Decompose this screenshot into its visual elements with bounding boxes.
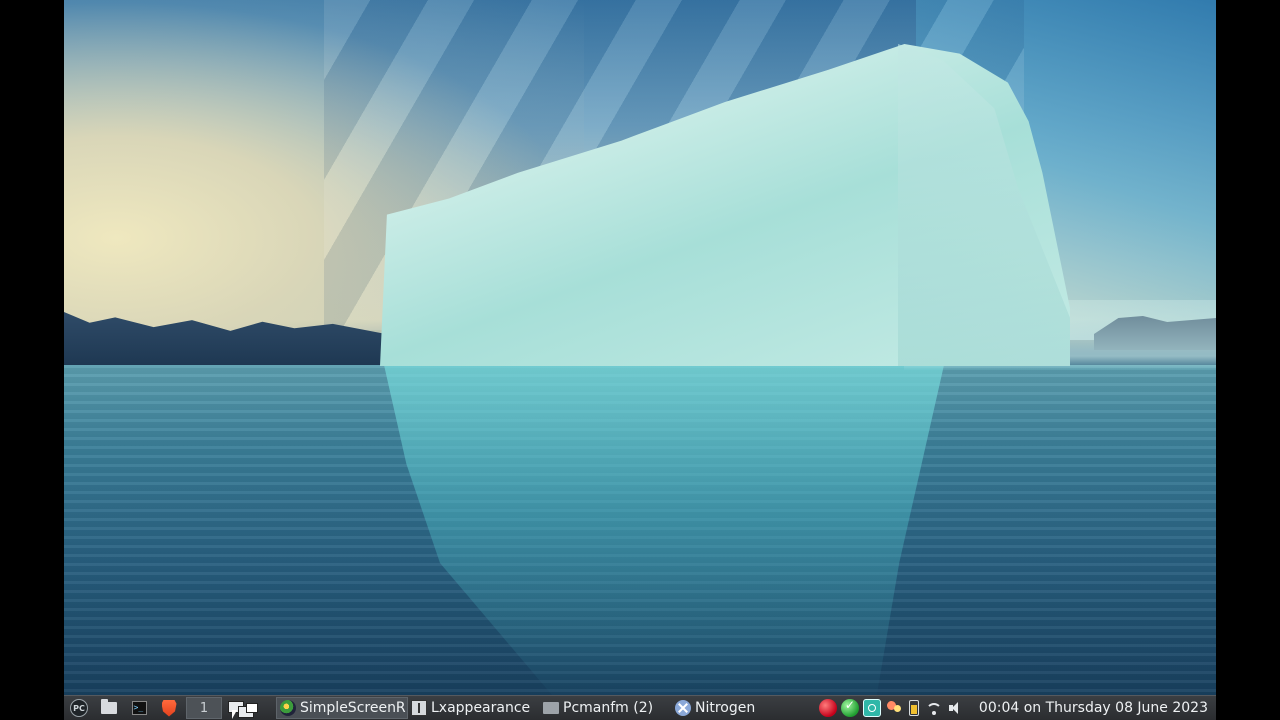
nitrogen-icon	[675, 700, 691, 716]
task-label: SimpleScreenR	[300, 700, 406, 716]
task-nitrogen[interactable]: Nitrogen	[672, 697, 782, 719]
pc-menu-icon: PC	[70, 699, 88, 717]
window-pager[interactable]	[224, 697, 262, 719]
menu-button[interactable]: PC	[64, 697, 94, 719]
right-letterbox	[1216, 0, 1280, 720]
desktop-wallpaper[interactable]	[64, 0, 1216, 695]
workspace-switcher[interactable]: 1	[186, 697, 222, 719]
task-label: Pcmanfm (2)	[563, 700, 654, 716]
red-circle-icon[interactable]	[818, 699, 837, 717]
task-lxappearance[interactable]: Lxappearance	[408, 697, 540, 719]
left-letterbox	[0, 0, 64, 720]
wifi-icon[interactable]	[925, 699, 943, 717]
folder-icon	[101, 699, 117, 714]
task-label: Nitrogen	[695, 700, 756, 716]
task-pcmanfm[interactable]: Pcmanfm (2)	[540, 697, 672, 719]
taskbar: PC >_ 1 SimpleScreenR Lxappearance Pcman…	[64, 695, 1216, 720]
system-tray: 00:04 on Thursday 08 June 2023	[817, 697, 1216, 719]
lxappearance-icon	[411, 700, 427, 716]
clock[interactable]: 00:04 on Thursday 08 June 2023	[979, 700, 1208, 716]
task-simplescreenrecorder[interactable]: SimpleScreenR	[276, 697, 408, 719]
terminal-icon: >_	[131, 701, 147, 715]
brave-icon	[161, 699, 177, 717]
task-label: Lxappearance	[431, 700, 531, 716]
folder-icon	[543, 702, 559, 714]
green-check-icon[interactable]	[840, 698, 859, 717]
teal-app-icon[interactable]	[862, 699, 881, 717]
file-manager-launcher[interactable]	[94, 697, 124, 719]
volume-icon[interactable]	[947, 699, 965, 717]
simplescreenrecorder-icon	[280, 700, 296, 716]
browser-launcher[interactable]	[154, 697, 184, 719]
pager-window-icon	[246, 703, 258, 713]
terminal-launcher[interactable]: >_	[124, 697, 154, 719]
mouse-cursor-icon	[232, 710, 237, 719]
bulb-icon[interactable]	[885, 699, 903, 717]
battery-icon[interactable]	[908, 700, 919, 716]
